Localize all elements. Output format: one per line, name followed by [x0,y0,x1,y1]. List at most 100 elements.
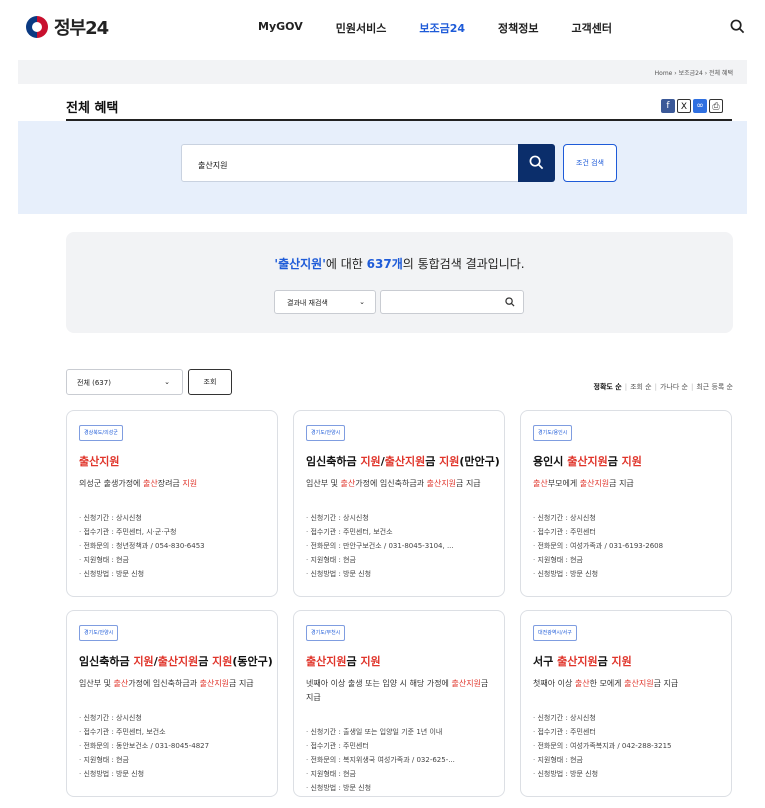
card-info-item: 전화문의 : 여성가족복지과 / 042-288-3215 [533,739,725,753]
sort-accuracy[interactable]: 정확도 순 [594,383,622,391]
card-description-segment: 출산 [533,479,548,488]
breadcrumb[interactable]: Home › 보조금24 › 전체 혜택 [655,68,733,77]
card-info-item: 전화문의 : 동안보건소 / 031-8045-4827 [79,739,271,753]
card-info-item: 신청방법 : 방문 신청 [306,567,498,581]
card-title[interactable]: 임신축하금 지원/출산지원금 지원(만안구) [306,453,500,469]
x-icon[interactable]: X [677,99,691,113]
nav-item-customer-center[interactable]: 고객센터 [571,20,611,36]
within-search-select[interactable]: 결과내 재검색 ⌄ [274,290,376,314]
card-title-segment: (만안구) [459,455,500,468]
card-info-item: 신청방법 : 방문 신청 [79,567,271,581]
search-input[interactable]: 출산지원 [181,144,519,182]
card-title-segment: 출산지원 [306,655,347,668]
main-nav: MyGOV 민원서비스 보조금24 정책정보 고객센터 [258,20,645,36]
card-title[interactable]: 용인시 출산지원금 지원 [533,453,642,469]
query-button[interactable]: 조회 [188,369,232,395]
card-description: 넷째아 이상 출생 또는 입양 시 해당 가정에 출산지원금 지급 [306,677,494,705]
benefit-card[interactable]: 경상북도/의성군 출산지원 의성군 출생가정에 출산장려금 지원 신청기간 : … [66,410,278,597]
card-description-segment: 장려금 [157,479,183,488]
card-info-item: 신청방법 : 방문 신청 [306,781,498,795]
nav-item-policy-info[interactable]: 정책정보 [498,20,538,36]
card-title-segment: 출산지원 [384,455,426,468]
card-title-segment: 지원 [611,655,632,668]
card-description: 임산부 및 출산가정에 임신축하금과 출산지원금 지급 [306,477,494,491]
category-select-value: 전체 (637) [77,379,111,387]
card-info-item: 전화문의 : 복지위생국 여성가족과 / 032-625-... [306,753,498,767]
benefit-card[interactable]: 경기도/부천시 출산지원금 지원 넷째아 이상 출생 또는 입양 시 해당 가정… [293,610,505,797]
chevron-down-icon: ⌄ [359,298,365,306]
card-title-segment: 금 [346,655,361,668]
card-info-item: 전화문의 : 청년정책과 / 054-830-6453 [79,539,271,553]
sort-recent[interactable]: 최근 등록 순 [696,383,733,391]
card-info-item: 지원형태 : 현금 [533,553,725,567]
region-tag: 경기도/안양시 [79,625,119,641]
card-title-segment: 지원 [212,655,233,668]
card-description-segment: 첫째아 이상 [533,679,575,688]
link-icon[interactable]: ∞ [693,99,707,113]
within-search-input[interactable] [380,290,524,314]
condition-search-button[interactable]: 조건 검색 [563,144,617,182]
page-title: 전체 혜택 [66,101,119,116]
card-title-segment: 출산지원 [79,455,120,468]
card-title-segment: (동안구) [232,655,273,668]
card-title-segment: 금 [425,455,440,468]
card-title[interactable]: 출산지원금 지원 [306,653,381,669]
benefit-card[interactable]: 대전광역시/서구 서구 출산지원금 지원 첫째아 이상 출산한 모에게 출산지원… [520,610,732,797]
chevron-down-icon: ⌄ [164,378,170,386]
search-button[interactable] [518,144,555,182]
result-text-mid: 에 대한 [325,257,367,271]
card-description-segment: 출산 [340,479,356,488]
within-search-label: 결과내 재검색 [287,299,328,307]
card-info-item: 신청기간 : 출생일 또는 입양일 기준 1년 이내 [306,725,498,739]
card-title[interactable]: 임신축하금 지원/출산지원금 지원(동안구) [79,653,273,669]
card-description: 임산부 및 출산가정에 임신축하금과 출산지원금 지급 [79,677,267,691]
card-info-item: 전화문의 : 여성가족과 / 031-6193-2608 [533,539,725,553]
card-info-item: 전화문의 : 만안구보건소 / 031-8045-3104, ... [306,539,498,553]
card-info-list: 신청기간 : 상시신청접수기관 : 주민센터전화문의 : 여성가족복지과 / 0… [533,711,725,781]
card-info-item: 접수기관 : 주민센터 [533,525,725,539]
card-description-segment: 임산부 및 [306,479,341,488]
sort-views[interactable]: 조회 순 [630,383,652,391]
card-description-segment: 가정에 임신축하금과 [355,479,427,488]
search-icon[interactable] [505,297,515,307]
card-info-list: 신청기간 : 상시신청접수기관 : 주민센터, 보건소전화문의 : 만안구보건소… [306,511,498,581]
share-toolbar: f X ∞ ⎙ [661,99,723,113]
card-info-item: 접수기관 : 주민센터, 보건소 [79,725,271,739]
card-info-list: 신청기간 : 출생일 또는 입양일 기준 1년 이내접수기관 : 주민센터전화문… [306,725,498,795]
card-title-segment: 지원 [360,655,381,668]
benefit-card[interactable]: 경기도/용인시 용인시 출산지원금 지원 출산부모에게 출산지원금 지급 신청기… [520,410,732,597]
sort-alphabetical[interactable]: 가나다 순 [660,383,688,391]
nav-item-subsidy24[interactable]: 보조금24 [419,20,465,36]
card-title[interactable]: 출산지원 [79,453,119,469]
card-description-segment: 금 지급 [653,679,679,688]
facebook-icon[interactable]: f [661,99,675,113]
card-info-item: 접수기관 : 주민센터, 보건소 [306,525,498,539]
card-info-item: 접수기관 : 주민센터 [533,725,725,739]
card-description-segment: 부모에게 [547,479,580,488]
card-info-item: 신청방법 : 방문 신청 [79,767,271,781]
card-info-item: 신청기간 : 상시신청 [306,511,498,525]
taegeuk-logo-icon [26,16,48,38]
card-info-item: 신청방법 : 방문 신청 [533,567,725,581]
card-title-segment: 지원 [133,655,154,668]
region-tag: 경기도/용인시 [533,425,573,441]
region-tag: 대전광역시/서구 [533,625,577,641]
card-title-segment: 서구 [533,655,558,668]
card-description-segment: 출산지원 [624,679,654,688]
card-description-segment: 임산부 및 [79,679,114,688]
nav-item-mygov[interactable]: MyGOV [258,20,303,36]
search-icon[interactable] [730,19,745,34]
benefit-card[interactable]: 경기도/안양시 임신축하금 지원/출산지원금 지원(만안구) 임산부 및 출산가… [293,410,505,597]
region-tag: 경상북도/의성군 [79,425,123,441]
result-text-end: 의 통합검색 결과입니다. [402,257,525,271]
card-info-item: 지원형태 : 현금 [79,753,271,767]
card-title[interactable]: 서구 출산지원금 지원 [533,653,632,669]
card-description-segment: 지원 [182,479,198,488]
card-description-segment: 금 지급 [229,679,254,688]
nav-item-civil-service[interactable]: 민원서비스 [336,20,387,36]
result-keyword: '출산지원' [274,257,326,271]
logo[interactable]: 정부24 [26,14,109,40]
print-icon[interactable]: ⎙ [709,99,723,113]
category-select[interactable]: 전체 (637) ⌄ [66,369,183,395]
benefit-card[interactable]: 경기도/안양시 임신축하금 지원/출산지원금 지원(동안구) 임산부 및 출산가… [66,610,278,797]
